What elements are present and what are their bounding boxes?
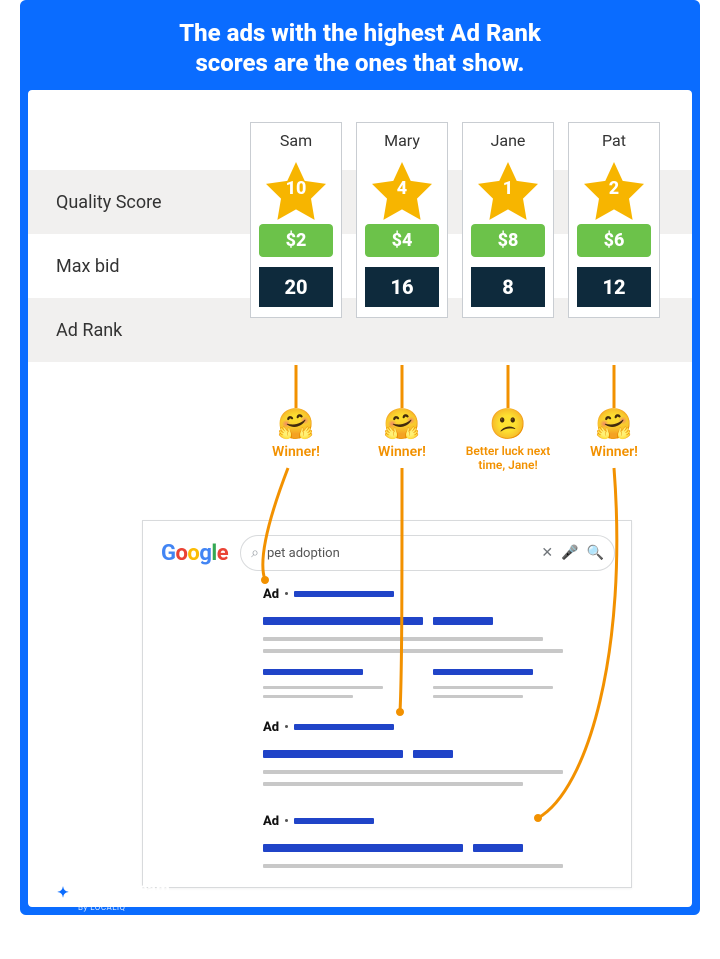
col-jane: Jane 1 $8 8: [462, 122, 554, 318]
clear-icon: ✕: [541, 545, 553, 561]
image-root: The ads with the highest Ad Rank scores …: [0, 0, 720, 959]
quality-sam: 10: [286, 178, 307, 199]
wordstream-logo-icon: ✦: [52, 882, 74, 904]
outcome-sam: 🤗 Winner!: [250, 410, 342, 473]
headline-line2: scores are the ones that show.: [195, 49, 524, 77]
col-mary: Mary 4 $4 16: [356, 122, 448, 318]
name-jane: Jane: [469, 131, 547, 150]
search-submit-icon: 🔍: [587, 545, 604, 561]
ad-result-3: Ad: [143, 808, 631, 880]
ad-label: Ad: [263, 814, 279, 829]
bid-mary: $4: [365, 224, 439, 257]
col-sam: Sam 10 $2 20: [250, 122, 342, 318]
footer: ✦ WordStream By LOCALiQ: [40, 879, 720, 907]
rank-jane: 8: [471, 267, 545, 307]
ad-label: Ad: [263, 587, 279, 602]
confused-face-icon: 😕: [462, 410, 554, 440]
hugging-face-icon: 🤗: [568, 410, 660, 440]
col-pat: Pat 2 $6 12: [568, 122, 660, 318]
brand-byline: By LOCALiQ: [78, 903, 170, 912]
outcome-pat: 🤗 Winner!: [568, 410, 660, 473]
search-icon: ⌕: [251, 545, 259, 561]
star-icon: 4: [366, 156, 438, 216]
google-logo: Google: [161, 541, 228, 566]
serp-mock: Google ⌕ pet adoption ✕ 🎤 🔍 Ad: [142, 520, 632, 888]
advertiser-columns: Sam 10 $2 20 Mary 4: [250, 122, 660, 318]
outcome-text-pat: Winner!: [568, 444, 660, 461]
star-icon: 10: [260, 156, 332, 216]
outcome-jane: 😕 Better luck next time, Jane!: [462, 410, 554, 473]
bid-jane: $8: [471, 224, 545, 257]
ad-result-1: Ad: [143, 581, 631, 708]
bid-pat: $6: [577, 224, 651, 257]
search-bar: ⌕ pet adoption ✕ 🎤 🔍: [240, 535, 615, 571]
brand-name: WordStream: [80, 879, 170, 898]
headline: The ads with the highest Ad Rank scores …: [20, 0, 700, 78]
label-max-bid: Max bid: [28, 234, 250, 298]
bid-sam: $2: [259, 224, 333, 257]
quality-jane: 1: [503, 178, 513, 199]
outcome-text-sam: Winner!: [250, 444, 342, 461]
label-quality-score: Quality Score: [28, 170, 250, 234]
content-panel: Quality Score Max bid Ad Rank Sam 10 $2 …: [28, 90, 692, 907]
headline-line1: The ads with the highest Ad Rank: [179, 19, 541, 47]
label-ad-rank: Ad Rank: [28, 298, 250, 362]
name-sam: Sam: [257, 131, 335, 150]
rank-sam: 20: [259, 267, 333, 307]
quality-mary: 4: [397, 178, 407, 199]
search-query: pet adoption: [267, 546, 533, 561]
hugging-face-icon: 🤗: [356, 410, 448, 440]
star-icon: 1: [472, 156, 544, 216]
star-icon: 2: [578, 156, 650, 216]
rank-pat: 12: [577, 267, 651, 307]
infographic-card: The ads with the highest Ad Rank scores …: [20, 0, 700, 915]
name-pat: Pat: [575, 131, 653, 150]
outcome-text-mary: Winner!: [356, 444, 448, 461]
hugging-face-icon: 🤗: [250, 410, 342, 440]
outcome-text-jane: Better luck next time, Jane!: [462, 444, 554, 473]
row-labels: Quality Score Max bid Ad Rank: [28, 170, 250, 362]
rank-mary: 16: [365, 267, 439, 307]
ad-result-2: Ad: [143, 714, 631, 798]
ad-label: Ad: [263, 720, 279, 735]
mic-icon: 🎤: [561, 545, 578, 561]
serp-header: Google ⌕ pet adoption ✕ 🎤 🔍: [143, 521, 631, 581]
name-mary: Mary: [363, 131, 441, 150]
quality-pat: 2: [609, 178, 619, 199]
outcome-row: 🤗 Winner! 🤗 Winner! 😕 Better luck next t…: [250, 410, 660, 473]
outcome-mary: 🤗 Winner!: [356, 410, 448, 473]
